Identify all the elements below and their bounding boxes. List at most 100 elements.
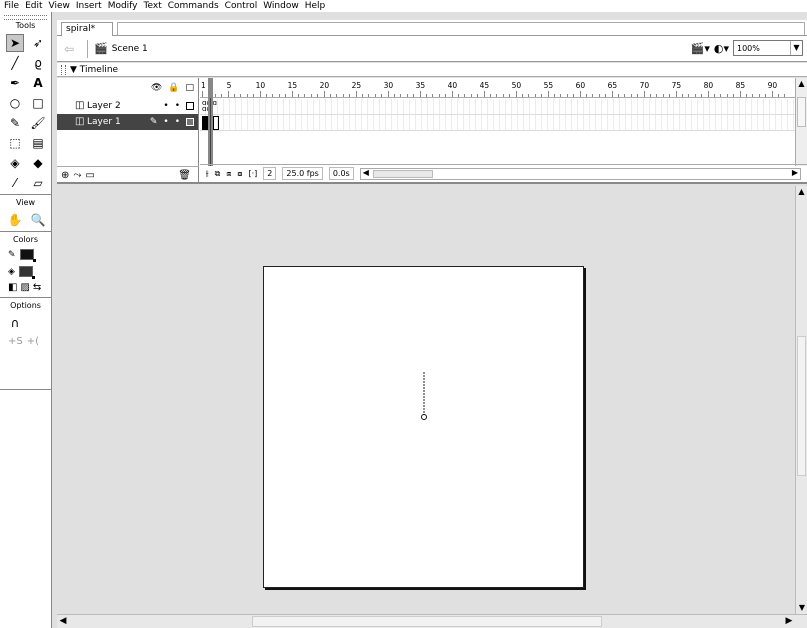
ruler-label: 35 xyxy=(415,81,426,90)
insert-layer-icon[interactable]: ⊕ xyxy=(61,170,69,181)
eyedropper-tool[interactable]: ⁄ xyxy=(6,174,24,192)
lasso-tool[interactable]: ϱ xyxy=(29,54,47,72)
layer-row[interactable]: ◫ Layer 2 • • xyxy=(57,98,198,114)
frame-row-layer-1[interactable] xyxy=(200,115,795,131)
scroll-up-icon[interactable]: ▲ xyxy=(796,78,807,89)
text-tool[interactable]: A xyxy=(29,74,47,92)
menu-help[interactable]: Help xyxy=(302,0,329,12)
frame-row-layer-2[interactable]: ɑɑɑɑ ɑɑ xyxy=(200,99,795,115)
line-tool[interactable]: ╱ xyxy=(6,54,24,72)
menu-file[interactable]: File xyxy=(0,0,22,12)
tools-panel: Tools ➤ ➶ ╱ ϱ ✒ A ○ □ ✎ 🖌 ⬚ ▤ ◈ ◆ ⁄ ▱ Vi… xyxy=(0,12,52,628)
visibility-dot[interactable]: • xyxy=(163,117,168,127)
lock-dot[interactable]: • xyxy=(175,101,180,111)
straighten-icon[interactable]: +( xyxy=(27,336,39,347)
back-arrow-icon[interactable]: ⇦ xyxy=(57,42,81,56)
add-guide-layer-icon[interactable]: ⤳ xyxy=(73,170,81,181)
stroke-color-swatch[interactable] xyxy=(19,249,36,262)
frame-ruler[interactable]: 1 5 10 15 20 25 30 35 40 45 50 55 60 65 70 75 80 85 90 xyxy=(200,78,795,98)
stage-vertical-scrollbar[interactable]: ▲ ▼ xyxy=(795,186,807,614)
eye-icon[interactable]: 👁 xyxy=(151,83,162,93)
zoom-tool[interactable]: 🔍 xyxy=(29,211,47,229)
pencil-tool[interactable]: ✎ xyxy=(6,114,24,132)
stage-canvas[interactable] xyxy=(263,266,584,588)
edit-bar: ⇦ 🎬 Scene 1 🎬▾ ◐▾ 100% ▼ xyxy=(57,36,807,62)
frame-grid[interactable]: 1 5 10 15 20 25 30 35 40 45 50 55 60 65 70 75 80 85 90 ɑɑ ɑ… xyxy=(200,78,795,166)
hand-tool[interactable]: ✋ xyxy=(6,211,24,229)
ink-bottle-tool[interactable]: ◈ xyxy=(6,154,24,172)
menu-view[interactable]: View xyxy=(46,0,73,12)
scroll-left-icon[interactable]: ◀ xyxy=(363,168,369,177)
zoom-value: 100% xyxy=(737,43,760,53)
lock-icon[interactable]: 🔒 xyxy=(168,83,179,93)
free-transform-tool[interactable]: ⬚ xyxy=(6,134,24,152)
arrow-tool[interactable]: ➤ xyxy=(6,34,24,52)
onion-skin-icon[interactable]: ⧉ xyxy=(215,169,221,179)
scroll-right-icon[interactable]: ▶ xyxy=(783,615,795,628)
zoom-select[interactable]: 100% ▼ xyxy=(733,40,803,56)
scroll-down-icon[interactable]: ▼ xyxy=(796,602,807,614)
fill-transform-tool[interactable]: ▤ xyxy=(29,134,47,152)
scene-icon: 🎬 xyxy=(94,42,108,55)
edit-multiple-frames-icon[interactable]: ⧇ xyxy=(237,169,242,179)
pencil-icon: ✎ xyxy=(149,117,158,127)
black-white-icon[interactable]: ◧ xyxy=(8,282,17,293)
rectangle-tool[interactable]: □ xyxy=(29,94,47,112)
visibility-dot[interactable]: • xyxy=(163,101,168,111)
oval-tool[interactable]: ○ xyxy=(6,94,24,112)
ruler-label: 80 xyxy=(703,81,714,90)
timeline-title: Timeline xyxy=(79,65,119,75)
layer-name[interactable]: Layer 2 xyxy=(57,101,121,111)
smooth-icon[interactable]: +S xyxy=(8,336,23,347)
ruler-label: 50 xyxy=(511,81,522,90)
menu-text[interactable]: Text xyxy=(141,0,165,12)
timeline-horizontal-scrollbar[interactable]: ◀ ▶ xyxy=(359,167,801,180)
layer-name[interactable]: Layer 1 xyxy=(57,117,121,127)
layer-row[interactable]: ◫ Layer 1 ✎ • • xyxy=(57,114,198,130)
fill-color-swatch[interactable] xyxy=(18,266,35,279)
no-color-icon[interactable]: ▨ xyxy=(20,282,29,293)
edit-scene-icon[interactable]: 🎬▾ xyxy=(691,42,710,55)
ruler-label: 90 xyxy=(767,81,778,90)
swap-colors-icon[interactable]: ⇆ xyxy=(33,282,41,293)
onion-markers-icon[interactable]: [·] xyxy=(249,169,258,178)
menu-control[interactable]: Control xyxy=(222,0,261,12)
scroll-right-icon[interactable]: ▶ xyxy=(792,168,798,177)
menu-window[interactable]: Window xyxy=(260,0,302,12)
stage-horizontal-scrollbar[interactable]: ◀ ▶ xyxy=(57,614,807,628)
ruler-label: 65 xyxy=(607,81,618,90)
ruler-label: 75 xyxy=(671,81,682,90)
delete-layer-icon[interactable]: 🗑 xyxy=(178,170,191,181)
eraser-tool[interactable]: ▱ xyxy=(29,174,47,192)
document-tab[interactable]: spiral* xyxy=(61,22,113,36)
brush-tool[interactable]: 🖌 xyxy=(29,114,47,132)
stage-workspace[interactable] xyxy=(57,186,795,614)
fill-color-icon: ◈ xyxy=(8,266,15,277)
onion-outline-icon[interactable]: ⧈ xyxy=(226,169,231,179)
outline-icon[interactable]: □ xyxy=(185,83,194,93)
timeline-status-bar: ⫲ ⧉ ⧈ ⧇ [·] 2 25.0 fps 0.0s ◀ ▶ xyxy=(200,164,807,182)
menu-modify[interactable]: Modify xyxy=(105,0,141,12)
menu-edit[interactable]: Edit xyxy=(22,0,45,12)
timeline-header[interactable]: ▼ Timeline xyxy=(57,63,807,77)
ruler-label: 40 xyxy=(447,81,458,90)
center-frame-icon[interactable]: ⫲ xyxy=(206,169,209,179)
paint-bucket-tool[interactable]: ◆ xyxy=(29,154,47,172)
scroll-left-icon[interactable]: ◀ xyxy=(57,615,69,628)
ruler-label: 60 xyxy=(575,81,586,90)
lock-dot[interactable]: • xyxy=(175,117,180,127)
insert-folder-icon[interactable]: ▭ xyxy=(85,170,94,181)
pen-tool[interactable]: ✒ xyxy=(6,74,24,92)
snap-magnet-icon[interactable]: ∩ xyxy=(6,314,24,332)
scroll-up-icon[interactable]: ▲ xyxy=(796,186,807,198)
timeline-vertical-scrollbar[interactable]: ▲ xyxy=(795,78,807,166)
scene-label[interactable]: Scene 1 xyxy=(112,44,148,54)
frame-rate: 25.0 fps xyxy=(282,167,323,180)
view-title: View xyxy=(16,198,35,207)
menu-commands[interactable]: Commands xyxy=(165,0,222,12)
subselect-tool[interactable]: ➶ xyxy=(29,34,47,52)
outline-box[interactable] xyxy=(186,118,194,126)
edit-symbols-icon[interactable]: ◐▾ xyxy=(714,42,729,55)
outline-box[interactable] xyxy=(186,102,194,110)
menu-insert[interactable]: Insert xyxy=(73,0,105,12)
